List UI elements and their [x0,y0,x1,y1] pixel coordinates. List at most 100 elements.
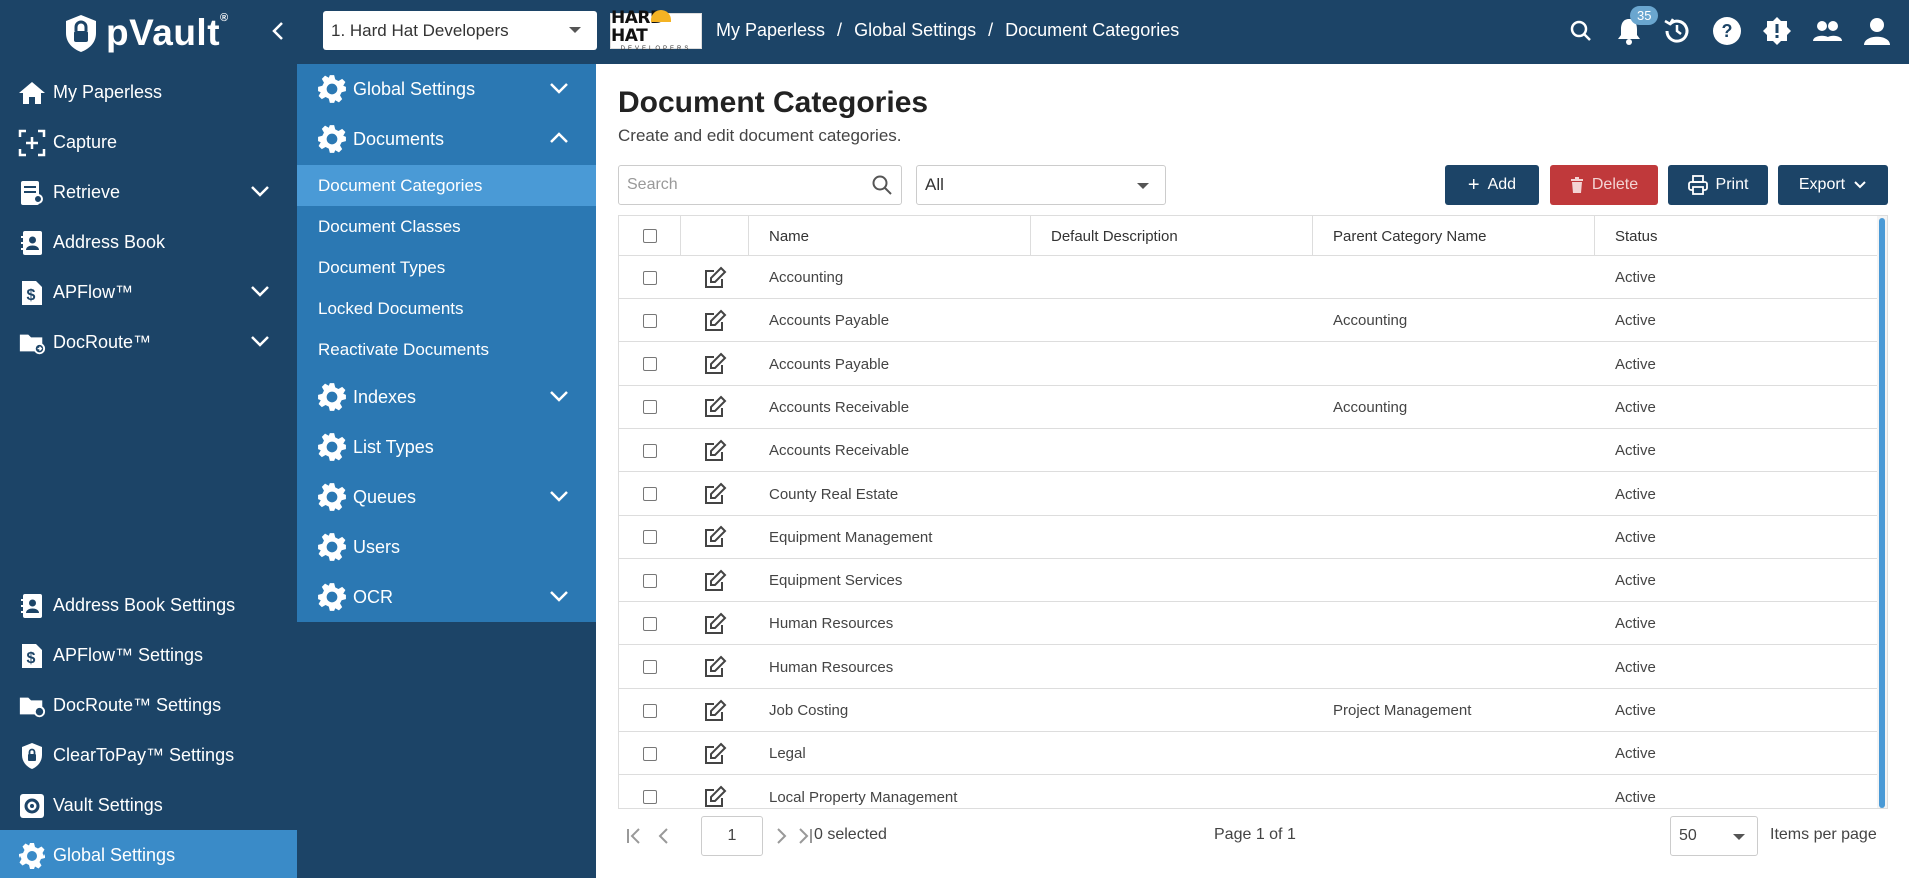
company-select[interactable]: 1. Hard Hat Developers [323,11,597,50]
subnav-document-types[interactable]: Document Types [297,247,596,288]
table-row[interactable]: Accounts Receivable Active [619,429,1879,473]
column-header-status[interactable]: Status [1595,216,1879,256]
table-row[interactable]: Accounts Receivable Accounting Active [619,386,1879,429]
capture-icon [18,129,46,157]
page-number-input[interactable]: 1 [701,816,763,856]
row-checkbox[interactable] [643,790,657,805]
subnav-users[interactable]: Users [297,522,596,572]
table-row[interactable]: Legal Active [619,732,1879,776]
search-input[interactable]: Search [618,165,902,205]
alerts-button[interactable] [1760,14,1794,48]
next-page-icon[interactable] [771,826,791,846]
app-logo[interactable]: pVault® [62,12,229,54]
status-filter-select[interactable]: All [916,165,1166,205]
subnav-document-categories[interactable]: Document Categories [297,165,596,206]
subnav-reactivate-documents[interactable]: Reactivate Documents [297,329,596,370]
row-checkbox[interactable] [643,400,657,415]
select-all-checkbox[interactable] [643,229,657,243]
table-row[interactable]: Equipment Services Active [619,559,1879,603]
edit-icon[interactable] [703,732,727,775]
edit-icon[interactable] [703,256,727,299]
column-header-default-description[interactable]: Default Description [1031,216,1313,256]
print-button[interactable]: Print [1668,165,1768,205]
users-button[interactable] [1810,14,1844,48]
table-row[interactable]: County Real Estate Active [619,473,1879,516]
edit-icon[interactable] [703,386,727,429]
subnav-queues[interactable]: Queues [297,472,596,522]
sidebar-item-address-book[interactable]: Address Book [0,217,297,267]
table-row[interactable]: Accounts Payable Accounting Active [619,299,1879,343]
search-button[interactable] [1564,14,1598,48]
cell-name: Equipment Management [769,528,933,546]
table-scrollbar[interactable] [1877,216,1887,808]
row-checkbox[interactable] [643,357,657,372]
profile-button[interactable] [1860,14,1894,48]
column-header-name[interactable]: Name [749,216,1031,256]
breadcrumb-global-settings[interactable]: Global Settings [854,20,976,41]
scrollbar-thumb[interactable] [1879,218,1885,808]
subnav-list-types[interactable]: List Types [297,422,596,472]
row-checkbox[interactable] [643,573,657,588]
page-size-select[interactable]: 50 [1670,816,1758,856]
sidebar-item-my-paperless[interactable]: My Paperless [0,67,297,117]
subnav-global-settings[interactable]: Global Settings [297,64,596,114]
edit-icon[interactable] [703,646,727,689]
table-row[interactable]: Accounting Active [619,256,1879,299]
delete-button[interactable]: Delete [1550,165,1658,205]
first-page-icon[interactable] [624,826,644,846]
table-row[interactable]: Job Costing Project Management Active [619,689,1879,732]
sidebar-item-capture[interactable]: Capture [0,117,297,167]
column-header-parent-category[interactable]: Parent Category Name [1313,216,1595,256]
sidebar-item-docroute[interactable]: DocRoute™ [0,317,297,367]
sidebar-item-apflow[interactable]: $ APFlow™ [0,267,297,317]
row-checkbox[interactable] [643,703,657,718]
table-row[interactable]: Accounts Payable Active [619,343,1879,386]
sidebar-item-address-book-settings[interactable]: Address Book Settings [0,580,297,630]
subnav-document-classes[interactable]: Document Classes [297,206,596,247]
subnav-documents[interactable]: Documents [297,114,596,164]
search-icon[interactable] [871,174,893,196]
sidebar-item-apflow-settings[interactable]: $ APFlow™ Settings [0,630,297,680]
edit-icon[interactable] [703,776,727,808]
sidebar-item-retrieve[interactable]: Retrieve [0,167,297,217]
row-checkbox[interactable] [643,660,657,675]
retrieve-icon [18,179,46,207]
edit-icon[interactable] [703,429,727,472]
subnav-ocr[interactable]: OCR [297,572,596,622]
table-row[interactable]: Local Property Management Active [619,776,1879,808]
row-checkbox[interactable] [643,616,657,631]
table-header: Name Default Description Parent Category… [619,216,1879,256]
export-button[interactable]: Export [1778,165,1888,205]
help-button[interactable]: ? [1710,14,1744,48]
edit-icon[interactable] [703,559,727,602]
table-row[interactable]: Human Resources Active [619,602,1879,646]
row-checkbox[interactable] [643,487,657,501]
row-select-cell [643,473,657,516]
edit-icon[interactable] [703,343,727,386]
row-checkbox[interactable] [643,443,657,458]
row-checkbox[interactable] [643,313,657,328]
collapse-sidebar-button[interactable] [266,18,292,44]
items-per-page-label: Items per page [1770,826,1877,843]
edit-icon[interactable] [703,299,727,342]
last-page-icon[interactable] [795,826,815,846]
sidebar-item-docroute-settings[interactable]: DocRoute™ Settings [0,680,297,730]
edit-icon[interactable] [703,516,727,559]
table-row[interactable]: Equipment Management Active [619,516,1879,559]
subnav-locked-documents[interactable]: Locked Documents [297,288,596,329]
sidebar-item-global-settings[interactable]: Global Settings [0,830,297,878]
table-row[interactable]: Human Resources Active [619,646,1879,689]
row-checkbox[interactable] [643,746,657,761]
edit-icon[interactable] [703,689,727,732]
sidebar-item-vault-settings[interactable]: Vault Settings [0,780,297,830]
breadcrumb-my-paperless[interactable]: My Paperless [716,20,825,41]
subnav-indexes[interactable]: Indexes [297,372,596,422]
sidebar-item-cleartopay-settings[interactable]: ClearToPay™ Settings [0,730,297,780]
add-button[interactable]: + Add [1445,165,1539,205]
history-button[interactable] [1660,14,1694,48]
edit-icon[interactable] [703,602,727,645]
previous-page-icon[interactable] [654,826,674,846]
edit-icon[interactable] [703,473,727,516]
row-checkbox[interactable] [643,530,657,545]
row-checkbox[interactable] [643,270,657,285]
